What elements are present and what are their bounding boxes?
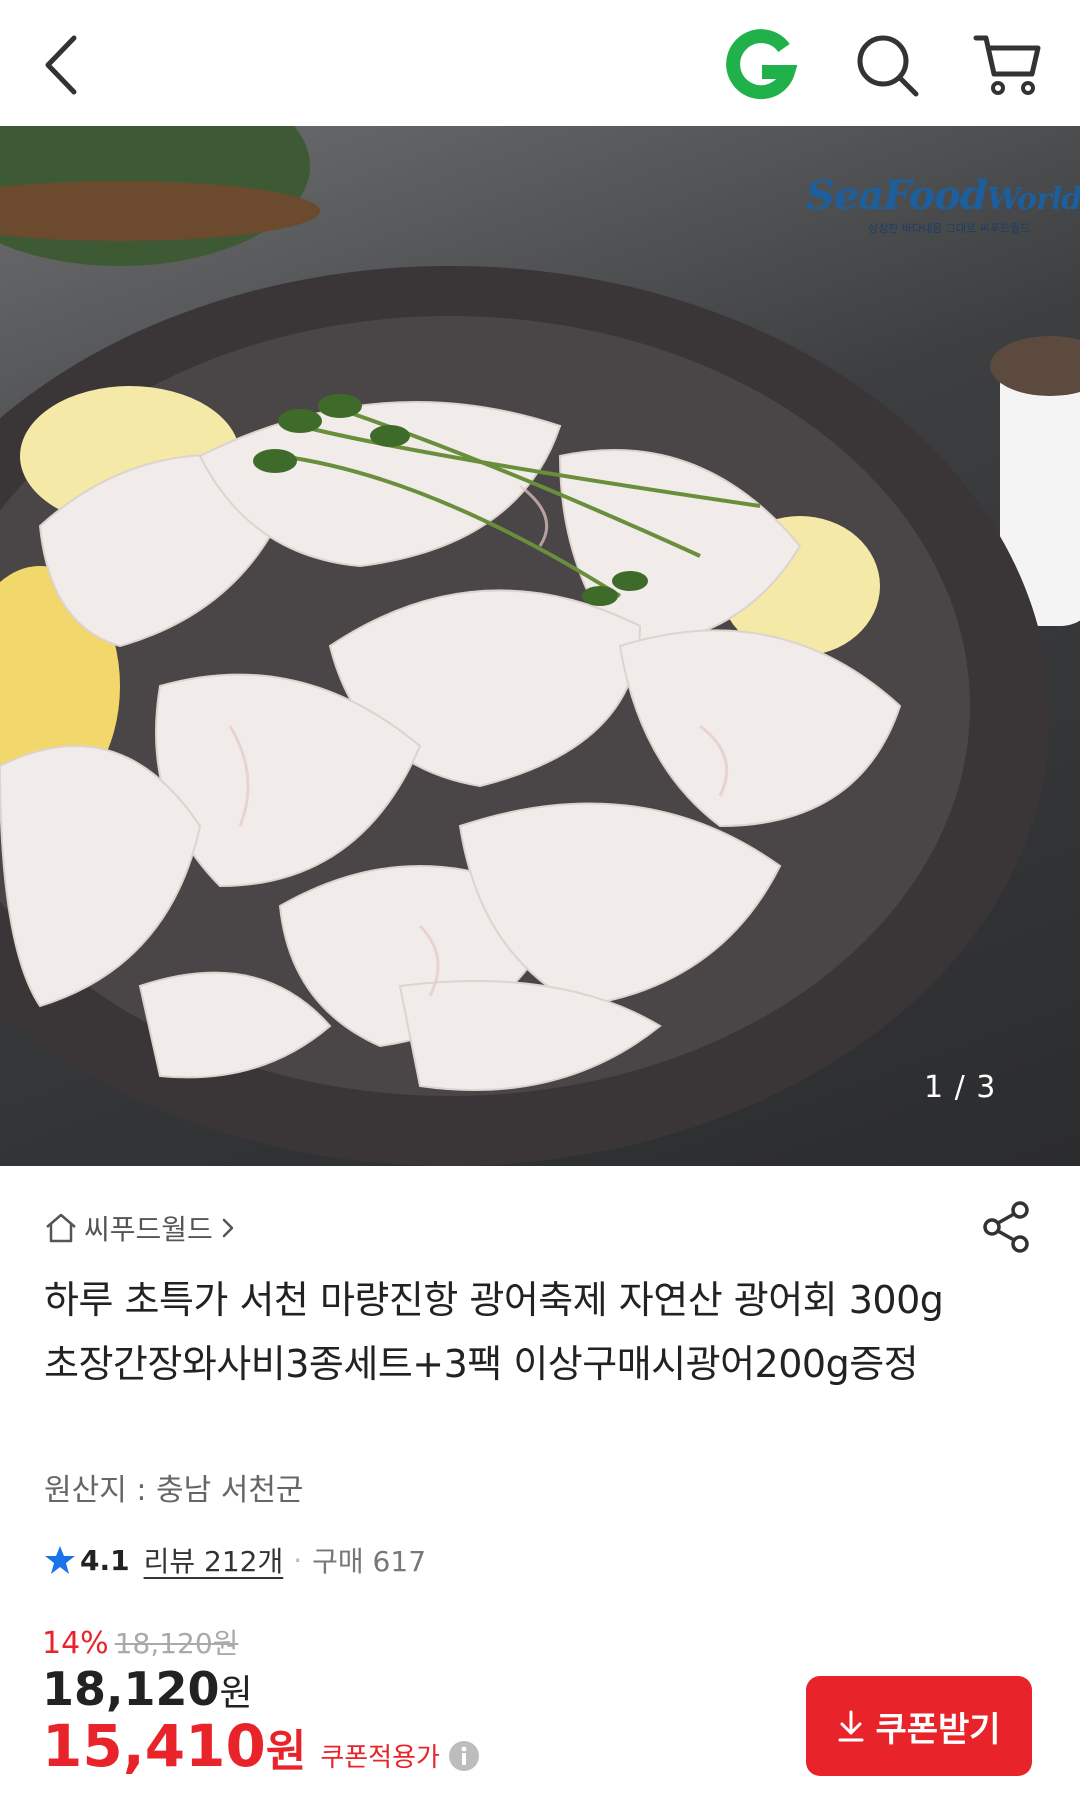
- sale-price: 18,120원: [42, 1662, 253, 1716]
- product-title: 하루 초특가 서천 마량진항 광어축제 자연산 광어회 300g 초장간장와사비…: [44, 1278, 944, 1386]
- product-origin: 원산지 : 충남 서천군: [44, 1473, 304, 1508]
- info-icon[interactable]: [448, 1740, 480, 1772]
- seller-name: 씨푸드월드: [84, 1213, 213, 1246]
- product-photo: [0, 126, 1080, 1166]
- get-coupon-label: 쿠폰받기: [875, 1709, 1001, 1750]
- sale-price-value: 18,120: [42, 1662, 220, 1716]
- sale-price-unit: 원: [219, 1673, 253, 1714]
- image-counter: 1 / 3: [924, 1070, 997, 1105]
- share-icon[interactable]: [982, 1200, 1032, 1254]
- search-icon[interactable]: [852, 30, 922, 100]
- product-image-gallery[interactable]: SeaFoodWorld 싱싱한 바다내음 그대로 씨푸드월드 1 / 3: [0, 126, 1080, 1166]
- discount-row: 14% 18,120원: [42, 1622, 238, 1662]
- chevron-right-icon: [222, 1218, 234, 1238]
- rating-row: 4.1 리뷰 212개 · 구매 617: [44, 1540, 426, 1580]
- review-link[interactable]: 리뷰 212개: [144, 1540, 284, 1580]
- coupon-price: 15,410 원 쿠폰적용가: [42, 1712, 480, 1780]
- rating-score: 4.1: [80, 1543, 130, 1577]
- coupon-price-unit: 원: [265, 1726, 307, 1777]
- coupon-price-value: 15,410: [42, 1712, 266, 1780]
- discount-rate: 14%: [42, 1626, 109, 1661]
- star-icon: [45, 1546, 75, 1574]
- g-logo-icon[interactable]: [722, 26, 800, 104]
- coupon-price-label: 쿠폰적용가: [320, 1743, 440, 1773]
- download-icon: [838, 1710, 864, 1742]
- original-price: 18,120원: [114, 1627, 239, 1660]
- home-icon: [46, 1213, 76, 1243]
- top-bar: [0, 0, 1080, 126]
- cart-icon[interactable]: [972, 30, 1044, 100]
- seller-link[interactable]: 씨푸드월드: [44, 1208, 237, 1248]
- purchase-count: 구매 617: [312, 1545, 427, 1578]
- seafoodworld-logo: SeaFoodWorld 싱싱한 바다내음 그대로 씨푸드월드: [806, 172, 1080, 235]
- separator-dot: ·: [293, 1543, 303, 1577]
- chevron-left-icon[interactable]: [38, 32, 90, 98]
- get-coupon-button[interactable]: 쿠폰받기: [806, 1676, 1032, 1776]
